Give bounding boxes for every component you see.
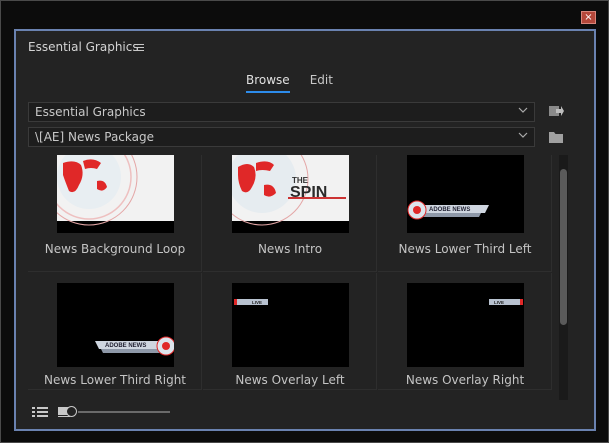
grid-scrollbar[interactable]	[559, 155, 568, 400]
template-thumbnail: ADOBE NEWS	[407, 155, 524, 233]
thumb-spin-word: SPIN	[290, 184, 327, 201]
panel-title: Essential Graphics	[28, 40, 139, 54]
template-thumbnail: THE SPIN	[232, 155, 349, 233]
panel-footer	[16, 403, 594, 429]
template-name: News Lower Third Left	[398, 242, 532, 256]
template-thumbnail: LIVE	[232, 283, 349, 367]
chevron-down-icon	[518, 130, 528, 143]
template-name: News Overlay Left	[235, 373, 345, 387]
folder-icon[interactable]	[548, 130, 564, 144]
template-item[interactable]: LIVE News Overlay Left	[203, 273, 377, 390]
template-item[interactable]: LIVE News Overlay Right	[378, 273, 552, 390]
source-dropdown-value: Essential Graphics	[35, 105, 146, 119]
template-name: News Intro	[257, 242, 323, 256]
thumb-adobe-news-right: ADOBE NEWS	[105, 343, 146, 349]
zoom-slider-handle[interactable]	[66, 406, 77, 417]
import-icon[interactable]	[548, 104, 564, 118]
tab-browse[interactable]: Browse	[246, 73, 290, 93]
template-thumbnail: ADOBE NEWS	[57, 283, 174, 367]
chevron-down-icon	[518, 105, 528, 118]
template-item[interactable]: ADOBE NEWS News Lower Third Right	[28, 273, 202, 390]
template-thumbnail	[57, 155, 174, 233]
zoom-slider-track[interactable]	[78, 411, 170, 413]
source-dropdown[interactable]: Essential Graphics	[28, 102, 535, 122]
close-icon[interactable]: ×	[581, 11, 596, 24]
tab-edit[interactable]: Edit	[310, 73, 333, 93]
template-name: News Lower Third Right	[43, 373, 187, 387]
template-grid: News Background Loop THE SPIN News Intro…	[28, 155, 555, 400]
folder-dropdown[interactable]: \[AE] News Package	[28, 127, 535, 147]
template-name: News Overlay Right	[405, 373, 525, 387]
thumb-live-right: LIVE	[494, 300, 504, 305]
list-view-icon[interactable]	[32, 406, 48, 421]
thumb-adobe-news-left: ADOBE NEWS	[429, 207, 470, 213]
folder-dropdown-value: \[AE] News Package	[35, 130, 154, 144]
menu-icon[interactable]	[134, 44, 144, 52]
template-item[interactable]: THE SPIN News Intro	[203, 155, 377, 272]
thumb-live-left: LIVE	[252, 300, 262, 305]
template-item[interactable]: ADOBE NEWS News Lower Third Left	[378, 155, 552, 272]
essential-graphics-panel: Essential Graphics Browse Edit Essential…	[14, 29, 596, 431]
scrollbar-thumb[interactable]	[560, 169, 567, 325]
template-name: News Background Loop	[44, 242, 186, 256]
tab-bar: Browse Edit	[246, 73, 333, 93]
template-item[interactable]: News Background Loop	[28, 155, 202, 272]
template-thumbnail: LIVE	[407, 283, 524, 367]
app-window: × Essential Graphics Browse Edit Essenti…	[0, 0, 609, 443]
